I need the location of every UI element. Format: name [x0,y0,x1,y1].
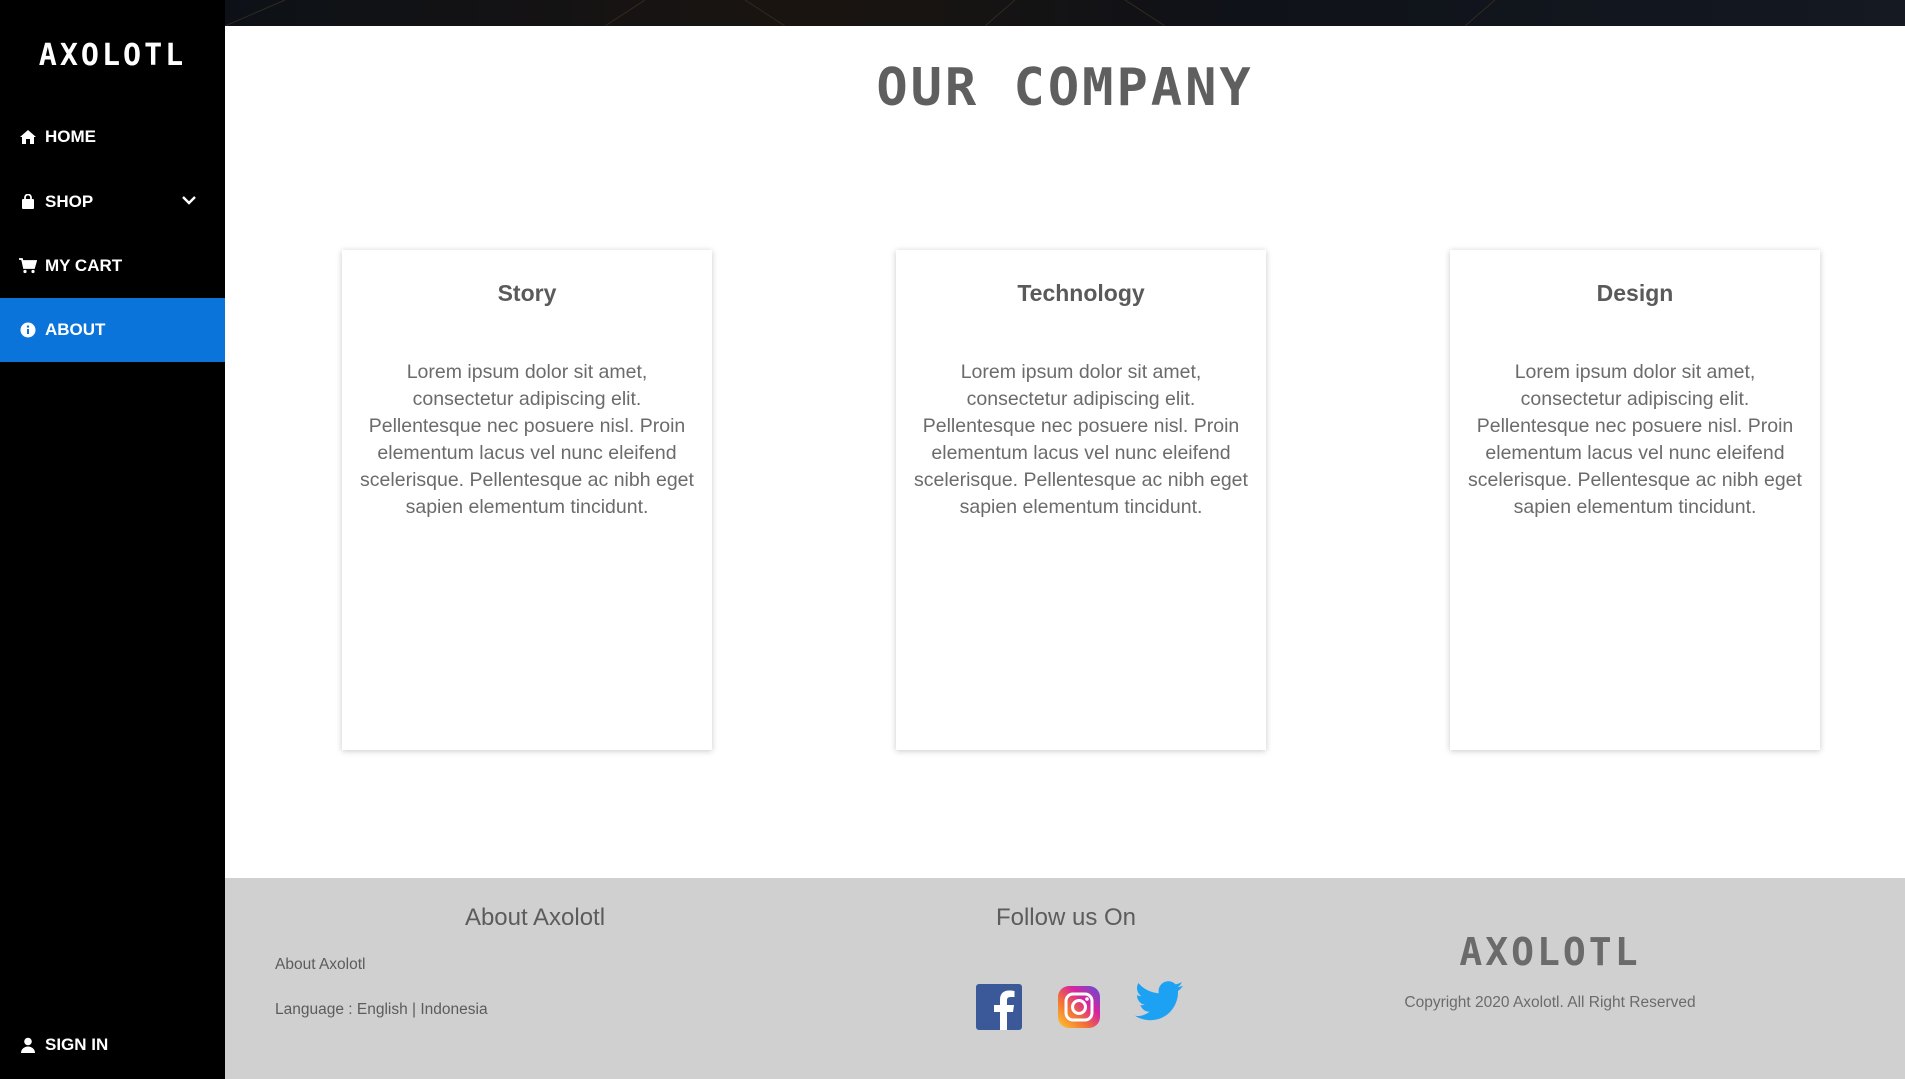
footer-about-link[interactable]: About Axolotl [275,956,365,974]
footer-about-heading: About Axolotl [464,904,606,931]
footer-language: Language : English | Indonesia [275,1001,488,1019]
banner-decoration [225,0,1496,26]
card-technology: Technology Lorem ipsum dolor sit amet, c… [896,250,1266,750]
sidebar-item-label: SHOP [45,192,94,211]
header-banner-strip [225,0,1905,26]
footer: About Axolotl About Axolotl Language : E… [225,878,1905,1079]
card-title: Technology [1017,280,1145,306]
page-title: OUR COMPANY [876,58,1254,118]
footer-follow-heading: Follow us On [995,904,1137,931]
sidebar-item-label: MY CART [45,256,123,275]
user-icon [19,1036,37,1054]
footer-copyright: Copyright 2020 Axolotl. All Right Reserv… [1404,994,1696,1011]
sign-in-label: SIGN IN [45,1035,109,1054]
card-title: Story [497,280,557,306]
info-icon [19,321,37,339]
shopping-bag-icon [19,193,37,211]
sidebar-item-shop[interactable]: SHOP [0,170,225,234]
card-text: Lorem ipsum dolor sit amet, consectetur … [1468,361,1802,518]
sidebar-logo[interactable]: AXOLOTL [0,38,225,73]
sidebar-item-about[interactable]: ABOUT [0,298,225,362]
home-icon [19,128,37,146]
sidebar-item-label: HOME [45,127,96,146]
language-label: Language : [275,1001,357,1018]
language-separator: | [407,1001,421,1018]
card-text: Lorem ipsum dolor sit amet, consectetur … [360,361,694,518]
card-title: Design [1596,280,1674,306]
sign-in-button[interactable]: SIGN IN [0,1013,225,1077]
cart-icon [19,257,37,275]
chevron-down-icon[interactable] [181,192,197,208]
footer-logo: AXOLOTL [1459,930,1641,974]
sidebar-item-home[interactable]: HOME [0,105,225,169]
card-design: Design Lorem ipsum dolor sit amet, conse… [1450,250,1820,750]
sidebar-item-label: ABOUT [45,320,106,339]
sidebar-item-my-cart[interactable]: MY CART [0,234,225,298]
card-text: Lorem ipsum dolor sit amet, consectetur … [914,361,1248,518]
instagram-icon[interactable] [1056,984,1102,1030]
sidebar: AXOLOTL HOME SHOP MY CART ABOUT SIGN IN [0,0,225,1079]
language-english-link[interactable]: English [357,1001,408,1018]
facebook-icon[interactable] [976,984,1022,1030]
card-story: Story Lorem ipsum dolor sit amet, consec… [342,250,712,750]
language-indonesia-link[interactable]: Indonesia [420,1001,487,1018]
twitter-icon[interactable] [1135,980,1183,1026]
